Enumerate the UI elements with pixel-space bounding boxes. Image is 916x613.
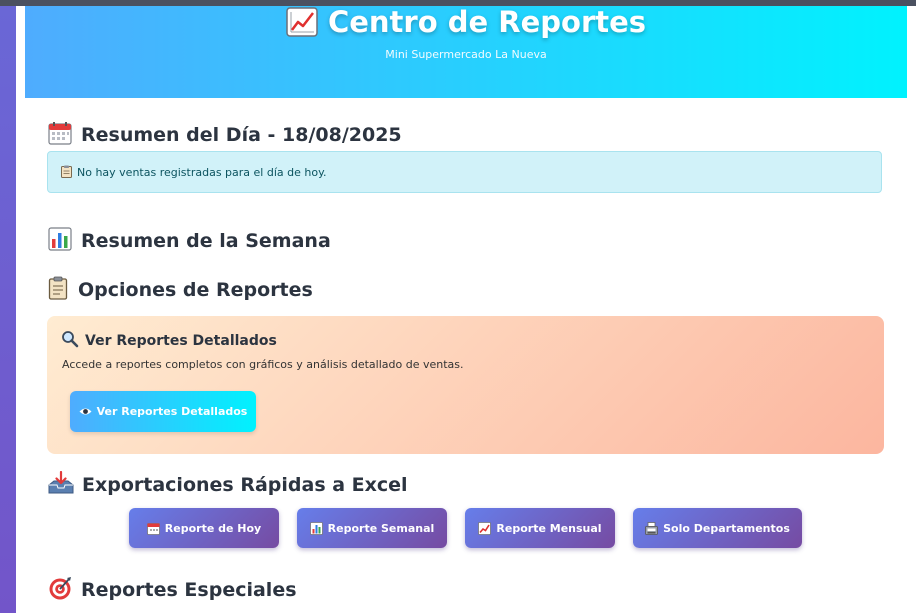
export-weekly-button[interactable]: Reporte Semanal xyxy=(297,508,447,548)
detailed-reports-card: Ver Reportes Detallados Accede a reporte… xyxy=(47,316,884,454)
export-departments-button-label: Solo Departamentos xyxy=(663,521,790,535)
daily-summary-title: Resumen del Día - 18/08/2025 xyxy=(48,121,402,147)
right-gap xyxy=(907,6,916,613)
export-today-button-label: Reporte de Hoy xyxy=(164,521,262,535)
left-gap xyxy=(16,6,25,613)
chart-increasing-icon xyxy=(286,7,318,37)
clipboard-icon xyxy=(60,154,73,178)
weekly-summary-title: Resumen de la Semana xyxy=(48,227,331,253)
report-options-title: Opciones de Reportes xyxy=(48,276,313,302)
export-today-button[interactable]: Reporte de Hoy xyxy=(129,508,279,548)
cash-register-icon xyxy=(645,521,659,535)
bar-chart-icon xyxy=(309,521,323,535)
weekly-summary-title-text: Resumen de la Semana xyxy=(81,230,331,252)
page-header: Centro de Reportes Mini Supermercado La … xyxy=(25,6,907,98)
special-reports-title: Reportes Especiales xyxy=(48,576,297,602)
export-monthly-button-label: Reporte Mensual xyxy=(496,521,602,535)
export-monthly-button[interactable]: Reporte Mensual xyxy=(465,508,615,548)
page-title-row: Centro de Reportes xyxy=(25,6,907,38)
report-options-title-text: Opciones de Reportes xyxy=(78,279,313,301)
calendar-icon xyxy=(48,121,72,145)
detailed-reports-card-description: Accede a reportes completos con gráficos… xyxy=(62,358,464,371)
inbox-tray-icon xyxy=(48,470,74,495)
calendar-icon xyxy=(146,522,160,535)
no-sales-alert-text: No hay ventas registradas para el día de… xyxy=(77,166,327,179)
chart-increasing-icon xyxy=(478,521,492,535)
left-accent-bar xyxy=(0,6,16,613)
quick-exports-title: Exportaciones Rápidas a Excel xyxy=(48,470,408,497)
daily-summary-title-text: Resumen del Día - 18/08/2025 xyxy=(81,124,402,146)
special-reports-title-text: Reportes Especiales xyxy=(81,579,297,601)
page-subtitle: Mini Supermercado La Nueva xyxy=(385,48,547,61)
page-title: Centro de Reportes xyxy=(327,5,647,39)
export-weekly-button-label: Reporte Semanal xyxy=(327,521,435,535)
detailed-reports-card-title-text: Ver Reportes Detallados xyxy=(85,333,277,349)
clipboard-icon xyxy=(48,276,68,300)
view-detailed-reports-button[interactable]: Ver Reportes Detallados xyxy=(70,391,256,432)
quick-exports-title-text: Exportaciones Rápidas a Excel xyxy=(82,474,408,496)
view-detailed-reports-button-label: Ver Reportes Detallados xyxy=(96,405,248,418)
eye-icon xyxy=(79,405,92,418)
bar-chart-icon xyxy=(48,227,72,251)
no-sales-alert: No hay ventas registradas para el día de… xyxy=(47,151,882,193)
magnifier-icon xyxy=(61,330,79,348)
detailed-reports-card-title: Ver Reportes Detallados xyxy=(61,330,277,351)
export-departments-button[interactable]: Solo Departamentos xyxy=(633,508,802,548)
target-icon xyxy=(48,576,72,600)
